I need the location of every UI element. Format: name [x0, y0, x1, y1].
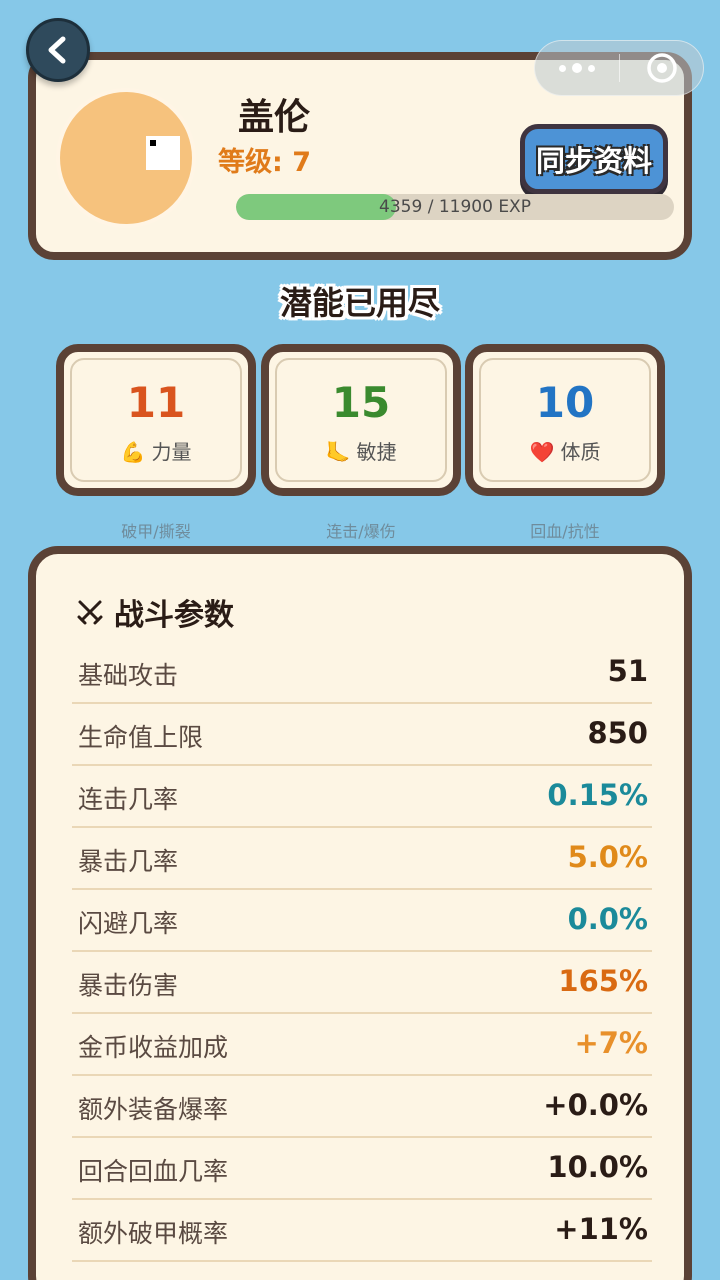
heart-icon: ❤️ [529, 440, 555, 464]
param-value: 0.15% [547, 778, 648, 812]
param-label: 生命值上限 [78, 723, 204, 752]
chevron-left-icon [48, 36, 66, 64]
crossed-swords-icon [77, 600, 103, 625]
param-row: 闪避几率 0.0% [72, 890, 652, 952]
stat-card-strength[interactable]: 11 💪 力量 [56, 344, 256, 496]
param-label: 闪避几率 [78, 909, 179, 938]
param-row: 基础攻击 51 [72, 642, 652, 704]
stat-desc-agility: 连击/爆伤 [326, 522, 396, 541]
param-value: 51 [607, 654, 648, 688]
param-label: 暴击伤害 [78, 971, 179, 1000]
param-label: 基础攻击 [78, 661, 179, 690]
combat-title: 战斗参数 [76, 590, 234, 634]
param-row: 生命值上限 850 [72, 704, 652, 766]
stat-desc-constitution: 回血/抗性 [530, 522, 600, 541]
param-row: 额外破甲概率 +11% [72, 1200, 652, 1262]
stat-value-constitution: 10 [535, 378, 595, 427]
target-circle-icon[interactable] [620, 51, 703, 85]
param-row: 暴击伤害 165% [72, 952, 652, 1014]
param-label: 连击几率 [78, 785, 179, 814]
param-value: +11% [554, 1212, 648, 1246]
stat-label-constitution: ❤️ 体质 [529, 440, 601, 464]
param-row: 暴击几率 5.0% [72, 828, 652, 890]
param-value: 10.0% [547, 1150, 648, 1184]
stat-desc-strength: 破甲/撕裂 [121, 522, 191, 541]
exp-progress-bar: 4359 / 11900 EXP [236, 194, 674, 220]
more-dots-icon[interactable] [535, 63, 619, 73]
param-label: 暴击几率 [78, 847, 179, 876]
capsule-menu [534, 40, 704, 96]
muscle-icon: 💪 [120, 440, 146, 464]
stat-value-agility: 15 [331, 378, 391, 427]
param-label: 额外装备爆率 [78, 1095, 229, 1124]
stat-label-agility: 🦶 敏捷 [325, 440, 397, 464]
param-row: 回合回血几率 10.0% [72, 1138, 652, 1200]
param-value: 0.0% [567, 902, 648, 936]
level-text: 等级: 7 [218, 147, 311, 178]
combat-params-card: 战斗参数 基础攻击 51 生命值上限 850 连击几率 0.15% 暴击几率 5… [28, 546, 692, 1280]
sync-profile-button[interactable]: 同步资料 [520, 124, 668, 194]
param-label: 额外破甲概率 [78, 1219, 229, 1248]
param-row: 金币收益加成 +7% [72, 1014, 652, 1076]
param-value: +7% [574, 1026, 648, 1060]
param-value: 5.0% [567, 840, 648, 874]
param-value: 165% [558, 964, 648, 998]
exp-text: 4359 / 11900 EXP [379, 197, 531, 217]
stat-value-strength: 11 [126, 378, 186, 427]
param-value: +0.0% [543, 1088, 648, 1122]
param-label: 回合回血几率 [78, 1157, 229, 1186]
stat-card-agility[interactable]: 15 🦶 敏捷 [261, 344, 461, 496]
avatar-eye [146, 136, 180, 170]
player-name: 盖伦 [238, 97, 311, 138]
avatar [56, 88, 196, 228]
param-row: 连击几率 0.15% [72, 766, 652, 828]
stat-card-constitution[interactable]: 10 ❤️ 体质 [465, 344, 665, 496]
param-row: 额外装备爆率 +0.0% [72, 1076, 652, 1138]
potential-title: 潜能已用尽 [279, 284, 440, 322]
back-button[interactable] [26, 18, 90, 82]
param-value: 850 [587, 716, 648, 750]
param-label: 金币收益加成 [78, 1033, 229, 1062]
foot-icon: 🦶 [325, 440, 351, 464]
stat-label-strength: 💪 力量 [120, 440, 192, 464]
